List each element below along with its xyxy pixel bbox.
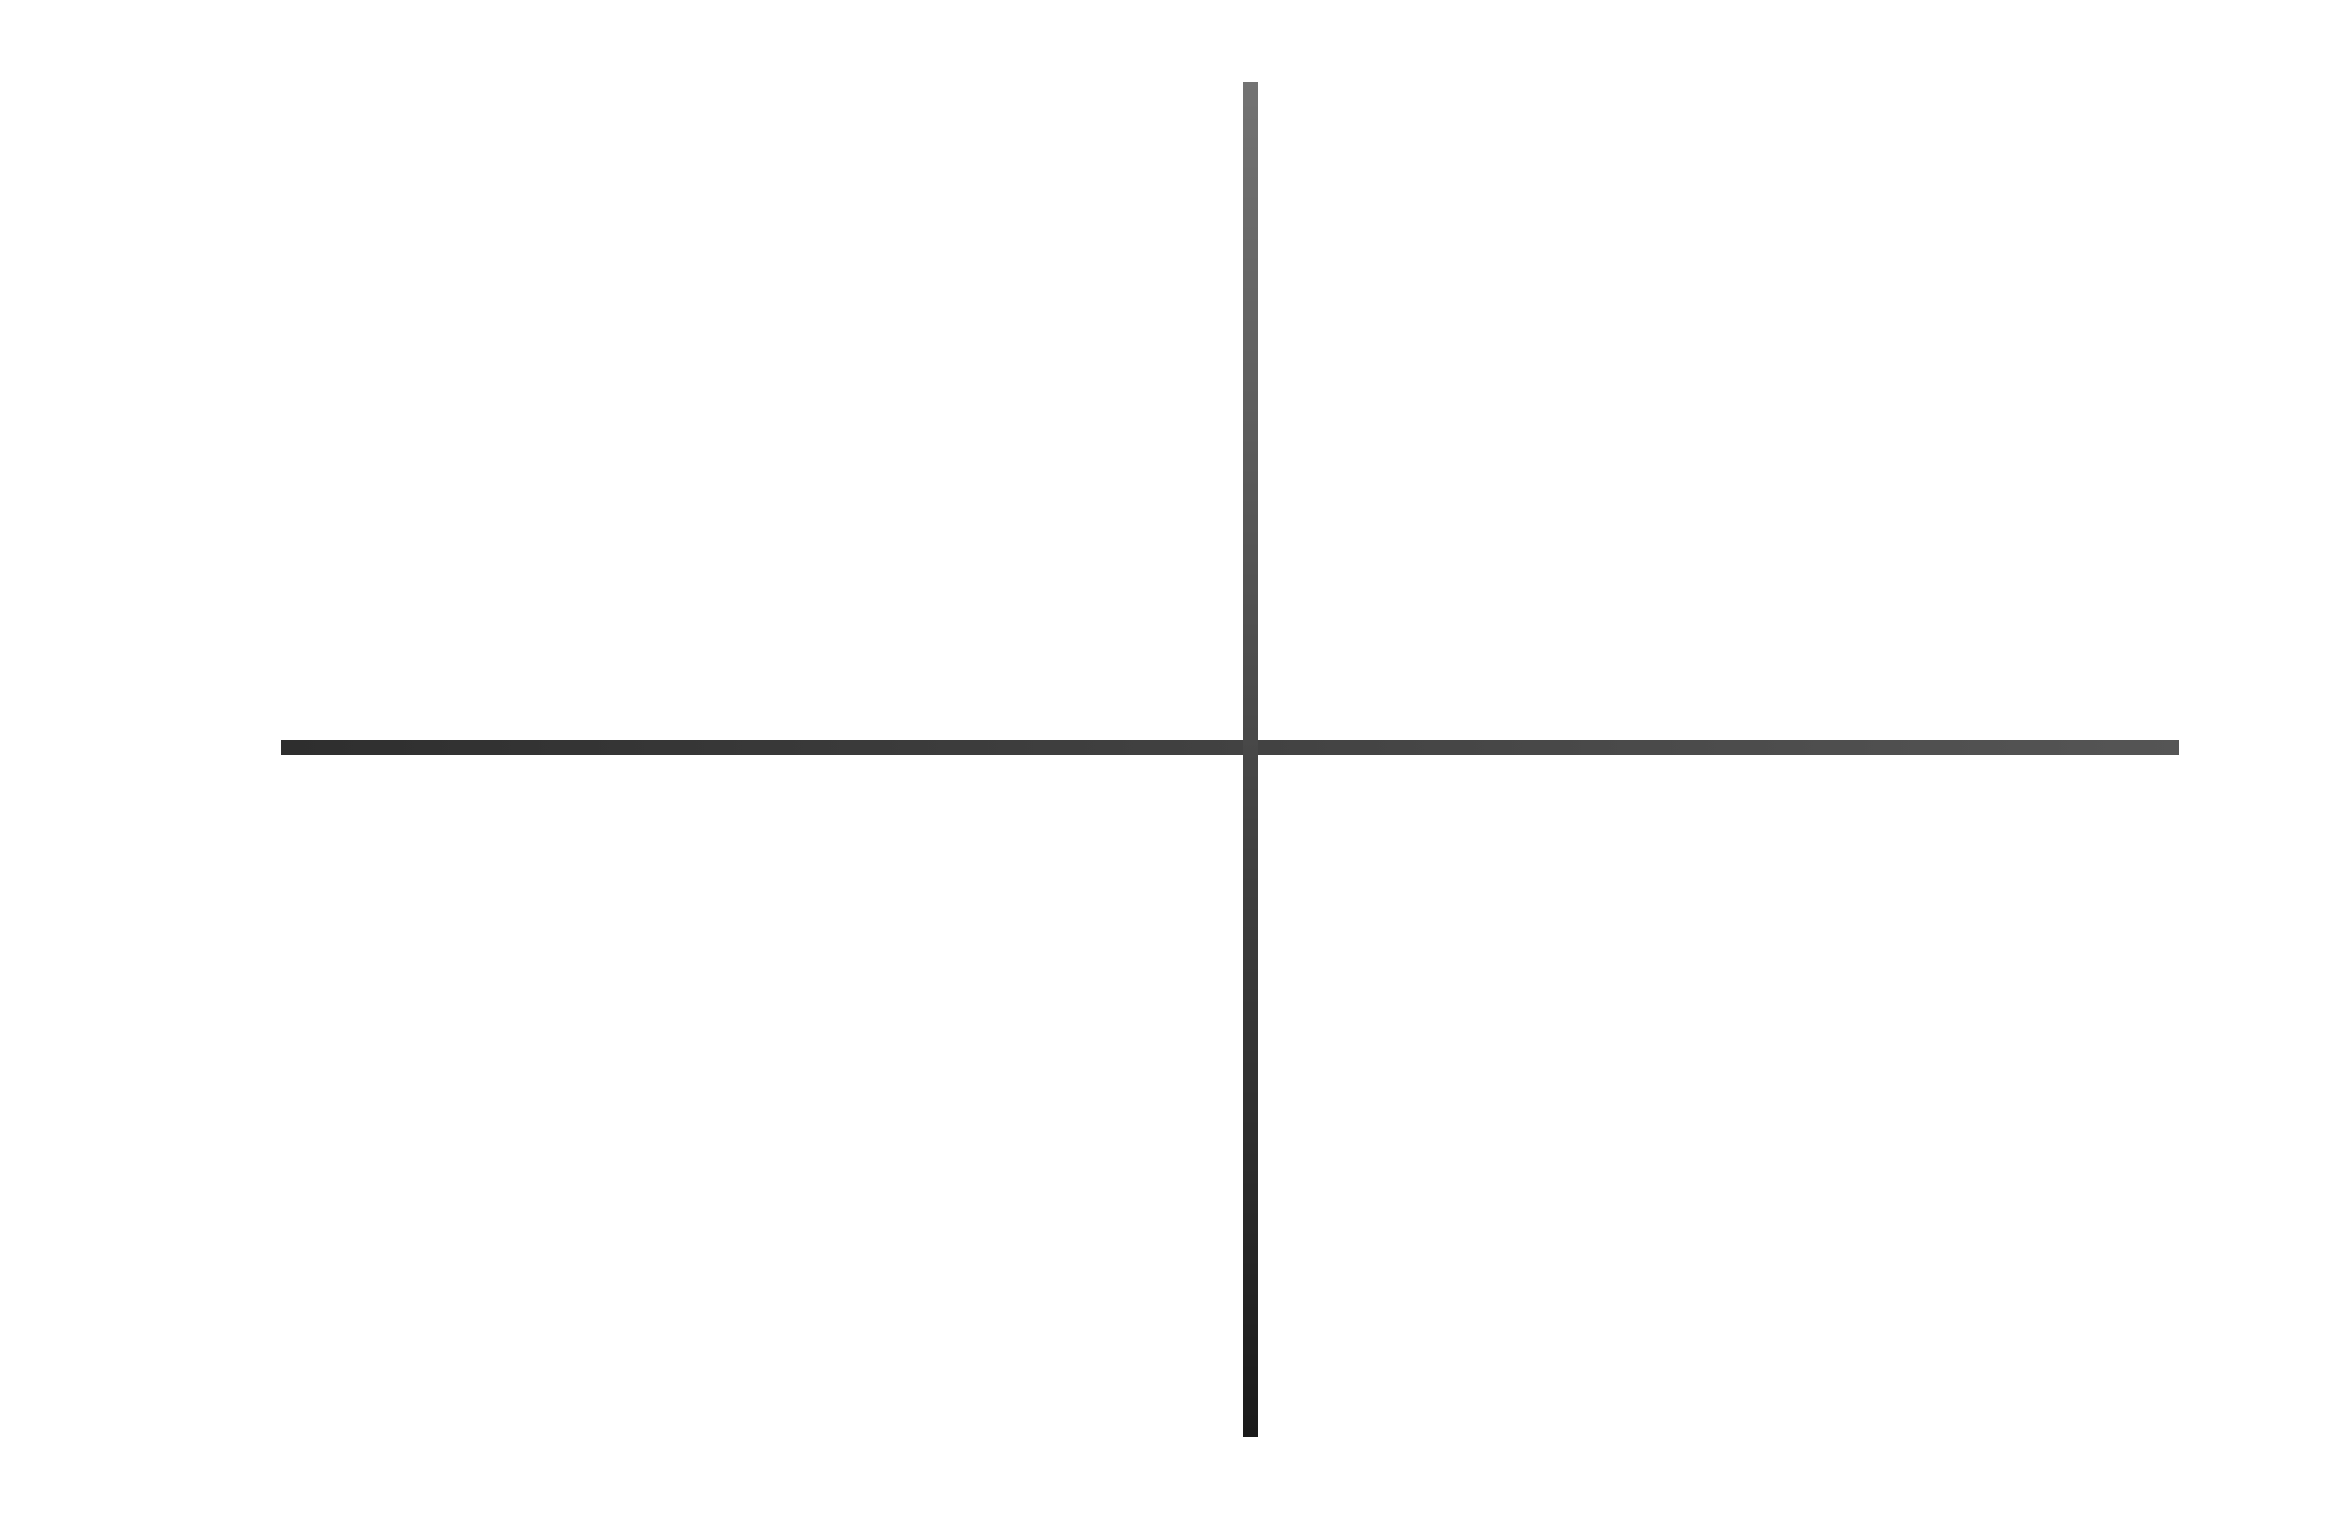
horizontal-axis-line xyxy=(281,740,2179,755)
cross-diagram xyxy=(281,82,2179,1437)
diagram-canvas xyxy=(0,0,2331,1518)
vertical-axis-line xyxy=(1243,82,1258,1437)
